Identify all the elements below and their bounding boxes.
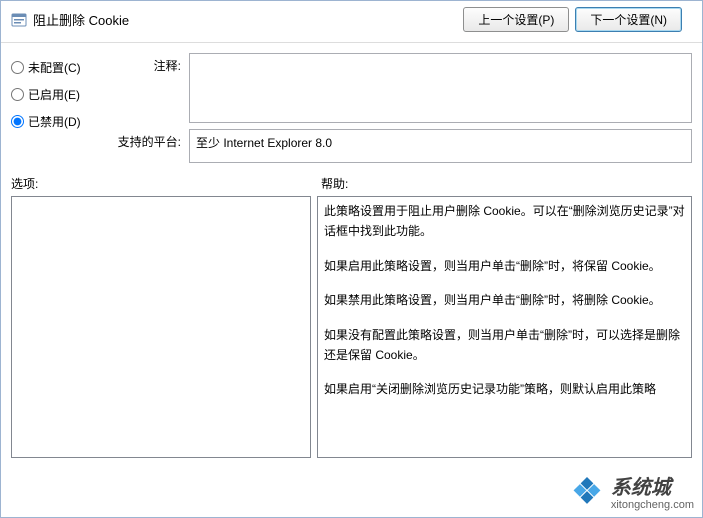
comment-label: 注释: [111, 53, 181, 74]
radio-disabled-input[interactable] [11, 115, 24, 128]
options-panel[interactable] [11, 196, 311, 458]
comment-textarea[interactable] [189, 53, 692, 123]
watermark-url: xitongcheng.com [611, 500, 694, 511]
next-setting-button[interactable]: 下一个设置(N) [575, 7, 682, 32]
radio-enabled[interactable]: 已启用(E) [11, 86, 101, 103]
dialog-title: 阻止删除 Cookie [33, 10, 129, 29]
help-paragraph: 如果启用“关闭删除浏览历史记录功能”策略，则默认启用此策略 [324, 379, 685, 399]
platform-row: 支持的平台: 至少 Internet Explorer 8.0 [111, 129, 692, 163]
radio-disabled-label: 已禁用(D) [28, 113, 81, 130]
radio-enabled-input[interactable] [11, 88, 24, 101]
radio-not-configured-label: 未配置(C) [28, 59, 81, 76]
panels: 此策略设置用于阻止用户删除 Cookie。可以在“删除浏览历史记录”对话框中找到… [1, 196, 702, 468]
options-section-label: 选项: [11, 175, 321, 192]
radio-not-configured-input[interactable] [11, 61, 24, 74]
help-panel[interactable]: 此策略设置用于阻止用户删除 Cookie。可以在“删除浏览历史记录”对话框中找到… [317, 196, 692, 458]
header-bar: 阻止删除 Cookie 上一个设置(P) 下一个设置(N) [1, 1, 702, 43]
nav-buttons: 上一个设置(P) 下一个设置(N) [463, 7, 682, 32]
section-labels: 选项: 帮助: [1, 169, 702, 196]
platform-label: 支持的平台: [111, 129, 181, 150]
title-wrap: 阻止删除 Cookie [11, 10, 463, 29]
watermark-text: 系统城 [611, 471, 694, 500]
radio-group: 未配置(C) 已启用(E) 已禁用(D) [11, 53, 101, 163]
policy-icon [11, 12, 27, 28]
help-paragraph: 如果启用此策略设置，则当用户单击“删除”时，将保留 Cookie。 [324, 256, 685, 276]
prev-setting-button[interactable]: 上一个设置(P) [463, 7, 569, 32]
comment-row: 注释: [111, 53, 692, 123]
help-paragraph: 如果禁用此策略设置，则当用户单击“删除”时，将删除 Cookie。 [324, 290, 685, 310]
field-column: 注释: 支持的平台: 至少 Internet Explorer 8.0 [111, 53, 692, 163]
help-paragraph: 如果没有配置此策略设置，则当用户单击“删除”时，可以选择是删除还是保留 Cook… [324, 325, 685, 366]
help-section-label: 帮助: [321, 175, 348, 192]
watermark: 系统城 xitongcheng.com [569, 471, 694, 511]
platform-value: 至少 Internet Explorer 8.0 [189, 129, 692, 163]
config-area: 未配置(C) 已启用(E) 已禁用(D) 注释: 支持的平台: 至少 Inter… [1, 43, 702, 169]
radio-disabled[interactable]: 已禁用(D) [11, 113, 101, 130]
radio-not-configured[interactable]: 未配置(C) [11, 59, 101, 76]
help-paragraph: 此策略设置用于阻止用户删除 Cookie。可以在“删除浏览历史记录”对话框中找到… [324, 201, 685, 242]
watermark-logo-icon [569, 473, 605, 509]
radio-enabled-label: 已启用(E) [28, 86, 80, 103]
